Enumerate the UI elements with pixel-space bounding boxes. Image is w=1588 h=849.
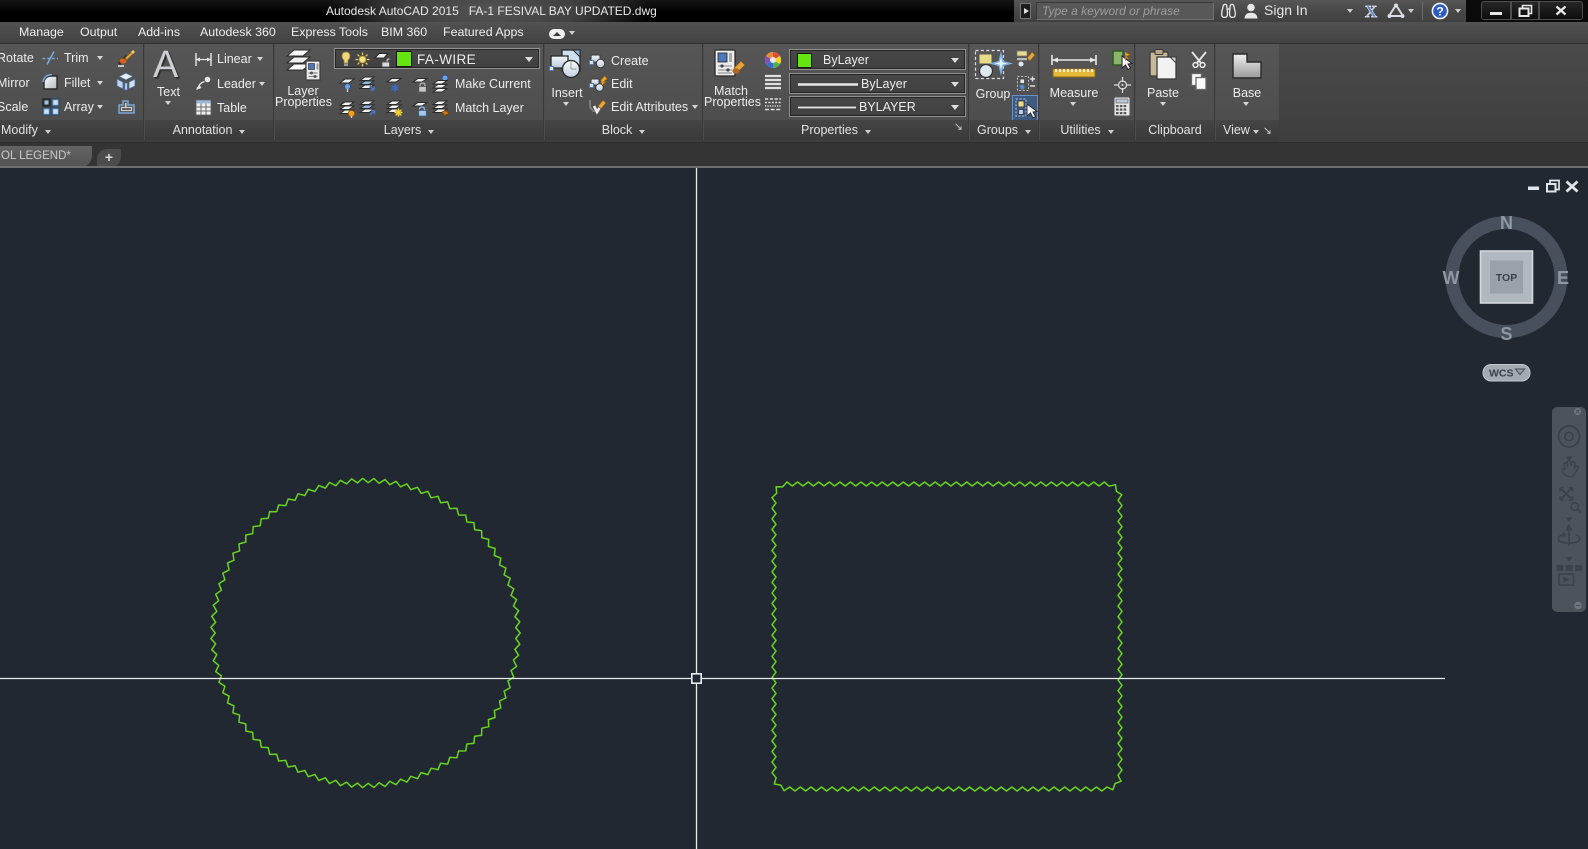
svg-text:W: W xyxy=(1443,268,1460,288)
svg-text:N: N xyxy=(1500,213,1513,233)
svg-text:X: X xyxy=(1365,2,1378,20)
svg-text:WCS: WCS xyxy=(1489,368,1514,380)
svg-text:?: ? xyxy=(1436,5,1443,19)
svg-text:TOP: TOP xyxy=(1496,272,1517,284)
svg-text:S: S xyxy=(1500,324,1512,344)
svg-text:E: E xyxy=(1557,268,1569,288)
